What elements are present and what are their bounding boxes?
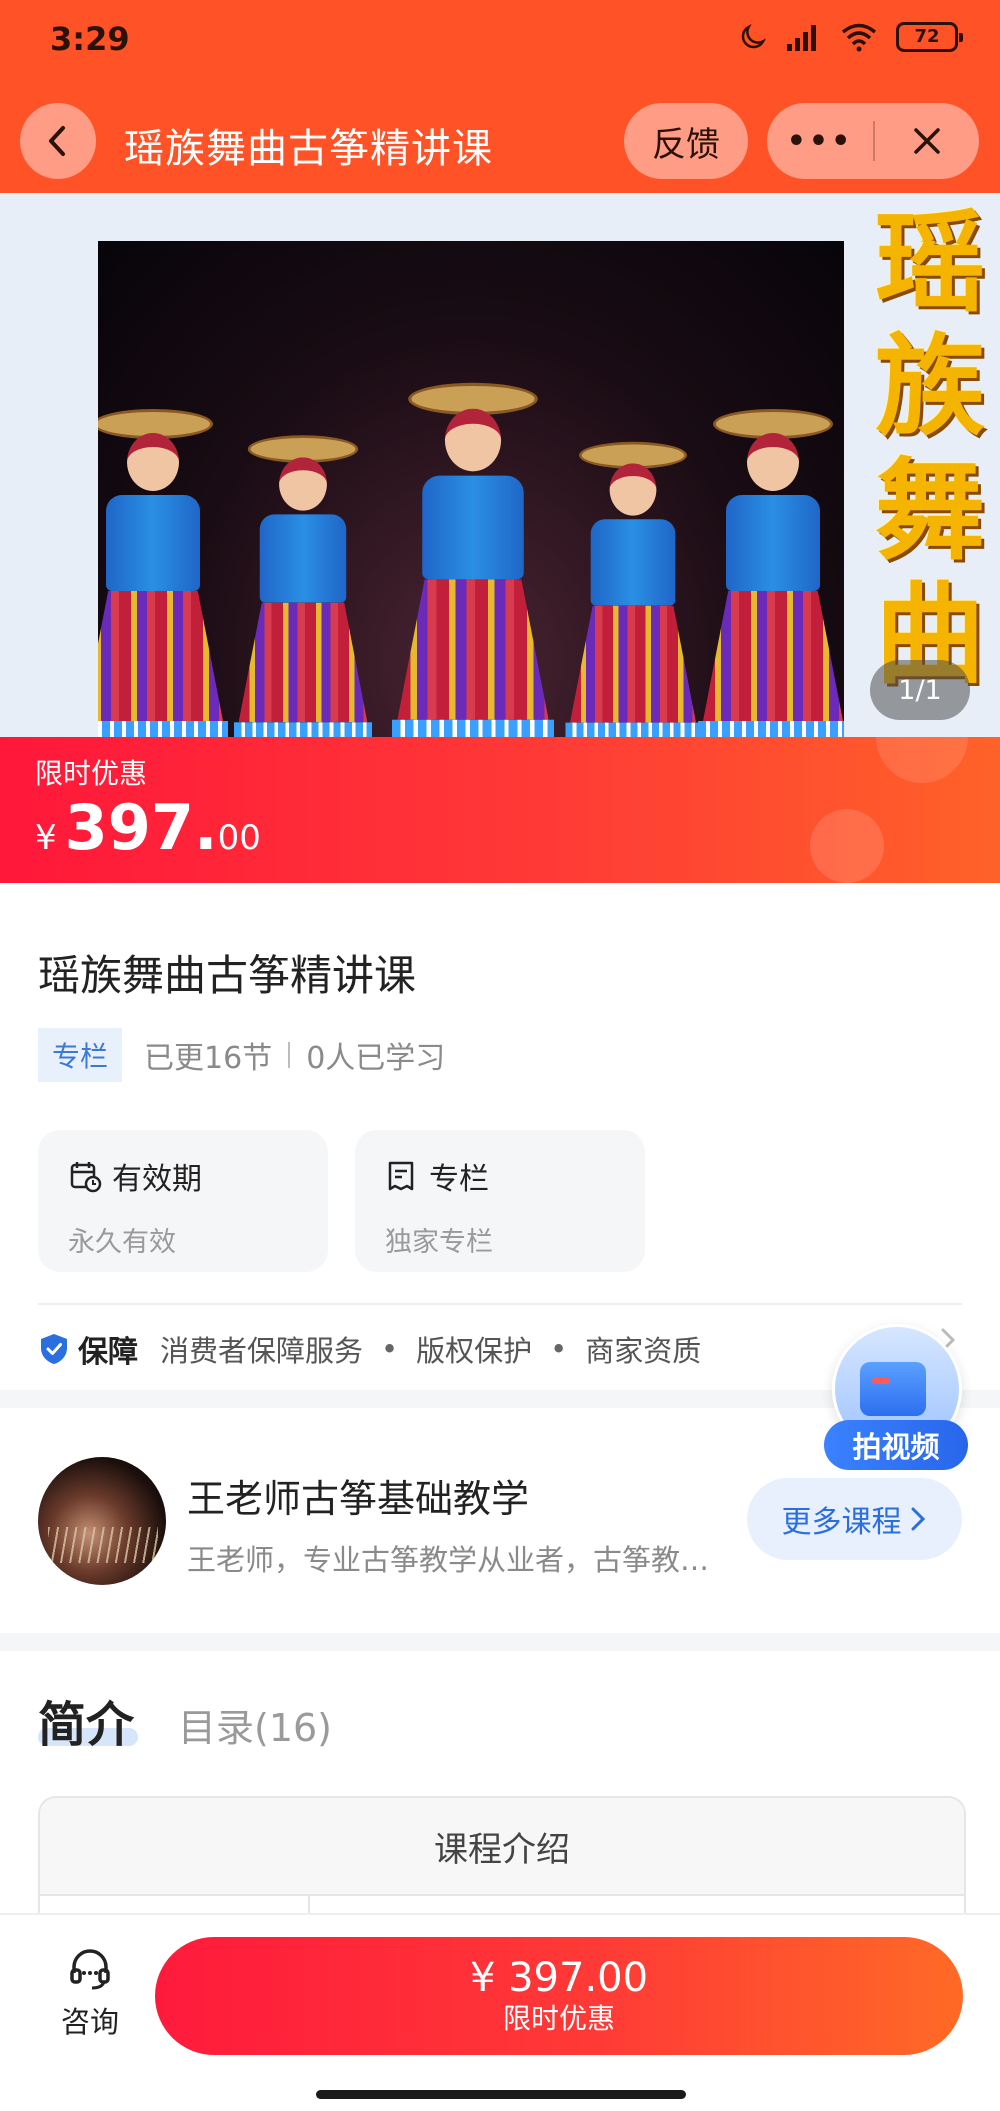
headset-icon xyxy=(70,1949,110,1990)
image-counter: 1/1 xyxy=(870,660,970,720)
video-camera-icon xyxy=(860,1362,926,1416)
home-indicator[interactable] xyxy=(316,2090,686,2099)
price-bar: 限时优惠 ¥ 397. 00 xyxy=(0,737,1000,883)
price-display: ¥ 397. 00 xyxy=(35,791,261,864)
buy-sublabel: 限时优惠 xyxy=(502,2002,615,2035)
dancer-figure xyxy=(698,409,844,737)
shoot-video-button[interactable]: 拍视频 xyxy=(822,1318,970,1472)
chevron-left-icon xyxy=(49,126,65,156)
column-card: 专栏 独家专栏 xyxy=(355,1130,645,1272)
miniapp-capsule: ••• xyxy=(767,103,979,179)
more-courses-label: 更多课程 xyxy=(781,1505,902,1540)
guarantee-title: 保障 xyxy=(78,1335,138,1370)
shoot-video-label: 拍视频 xyxy=(824,1420,968,1470)
column-value: 独家专栏 xyxy=(385,1227,493,1258)
tab-catalog[interactable]: 目录(16) xyxy=(178,1697,332,1752)
shield-check-icon xyxy=(41,1334,67,1364)
back-button[interactable] xyxy=(20,103,96,179)
status-time: 3:29 xyxy=(50,20,130,58)
banner-title-char: 舞 xyxy=(875,446,985,575)
close-button[interactable] xyxy=(875,103,979,179)
battery-icon: 72 xyxy=(896,22,963,52)
top-bar: 3:29 72 瑶族舞曲古筝精讲课 反馈 ••• xyxy=(0,0,1000,193)
learner-count: 0人已学习 xyxy=(306,1041,446,1076)
banner-title-char: 瑶 xyxy=(875,198,985,327)
guarantee-item: 商家资质 xyxy=(585,1334,702,1368)
calendar-clock-icon xyxy=(70,1162,102,1193)
page-title: 瑶族舞曲古筝精讲课 xyxy=(124,126,493,172)
banner-vertical-title: 瑶 族 舞 曲 xyxy=(870,201,990,697)
decor-circle xyxy=(876,737,968,783)
course-intro-header: 课程介绍 xyxy=(40,1798,964,1896)
status-bar: 3:29 72 xyxy=(0,0,1000,82)
meta-divider xyxy=(288,1042,291,1068)
nav-bar: 瑶族舞曲古筝精讲课 反馈 ••• xyxy=(0,100,1000,180)
course-title: 瑶族舞曲古筝精讲课 xyxy=(38,951,417,1000)
course-banner[interactable]: 瑶 族 舞 曲 1/1 xyxy=(0,193,1000,737)
guarantee-item: 版权保护 xyxy=(416,1334,533,1368)
tab-intro[interactable]: 简介 xyxy=(38,1685,134,1755)
price-decimal: 00 xyxy=(217,818,261,858)
bullet: • xyxy=(381,1332,399,1366)
bottom-action-bar: 咨询 ¥ 397.00 限时优惠 xyxy=(0,1913,1000,2111)
teacher-description: 王老师，专业古筝教学从业者，古筝教学经验丰富 xyxy=(187,1543,737,1577)
dancer-figure xyxy=(392,382,554,737)
section-gap xyxy=(0,1633,1000,1651)
consult-label: 咨询 xyxy=(60,2005,119,2039)
teacher-avatar[interactable] xyxy=(38,1457,166,1585)
buy-button[interactable]: ¥ 397.00 限时优惠 xyxy=(155,1937,963,2055)
banner-title-char: 族 xyxy=(875,322,985,451)
divider xyxy=(38,1303,962,1305)
more-courses-button[interactable]: 更多课程 xyxy=(747,1478,962,1560)
dancer-figure xyxy=(565,441,701,737)
more-button[interactable]: ••• xyxy=(767,103,873,179)
course-meta: 专栏 已更16节 0人已学习 xyxy=(38,1028,445,1082)
receipt-icon xyxy=(388,1161,414,1191)
buy-price: ¥ 397.00 xyxy=(469,1955,649,2001)
validity-card: 有效期 永久有效 xyxy=(38,1130,328,1272)
price-integer: 397. xyxy=(64,791,218,864)
chevron-right-icon xyxy=(911,1507,925,1531)
wifi-icon xyxy=(841,23,877,52)
column-tag: 专栏 xyxy=(38,1028,123,1082)
updated-count: 已更16节 xyxy=(144,1041,273,1076)
feedback-button[interactable]: 反馈 xyxy=(624,103,748,179)
validity-title: 有效期 xyxy=(112,1162,202,1197)
close-icon xyxy=(914,128,940,154)
dancer-figure xyxy=(234,435,372,737)
guarantee-item: 消费者保障服务 xyxy=(160,1334,364,1368)
guarantee-row[interactable]: 保障 消费者保障服务 • 版权保护 • 商家资质 xyxy=(38,1326,701,1372)
column-title: 专栏 xyxy=(429,1162,489,1197)
moon-icon xyxy=(741,23,767,49)
decor-circle xyxy=(810,809,884,883)
banner-photo xyxy=(98,241,844,737)
status-icons: 72 xyxy=(738,22,963,52)
price-currency: ¥ xyxy=(35,818,57,858)
validity-value: 永久有效 xyxy=(68,1227,176,1258)
bullet: • xyxy=(550,1332,568,1366)
avatar-strings xyxy=(48,1527,158,1563)
teacher-name[interactable]: 王老师古筝基础教学 xyxy=(187,1468,529,1523)
signal-icon xyxy=(787,25,816,51)
promo-label: 限时优惠 xyxy=(35,757,148,790)
dancer-figure xyxy=(98,409,228,737)
consult-button[interactable]: 咨询 xyxy=(38,1945,142,2041)
